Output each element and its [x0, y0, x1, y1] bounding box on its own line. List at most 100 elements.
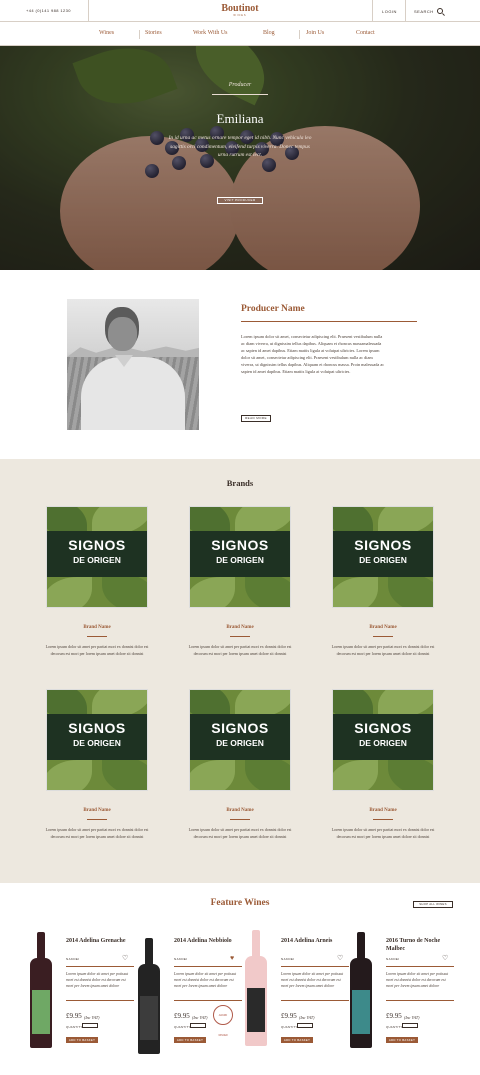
wine-description: Lorem ipsum dolor sit amet per potissut …: [174, 972, 237, 988]
divider: [88, 0, 89, 22]
award-badge: AWARD WINNER: [213, 1005, 233, 1037]
brand-name[interactable]: Brand Name: [333, 625, 433, 630]
brand-logo-line2: DE ORIGEN: [73, 555, 121, 565]
wine-divider: [66, 1000, 134, 1001]
wine-producer: NAKDEI: [281, 957, 295, 961]
brand-description: Lorem ipsum dolor sit amet per partiat m…: [45, 644, 149, 656]
login-link[interactable]: LOGIN: [382, 9, 397, 14]
add-to-basket-button[interactable]: ADD TO BASKET: [66, 1037, 98, 1043]
brand-logo-image[interactable]: SIGNOS DE ORIGEN: [190, 507, 290, 607]
brand-logo-line1: SIGNOS: [211, 537, 269, 553]
wine-producer: NAKDEI: [174, 957, 188, 961]
brand-divider: [230, 636, 250, 637]
divider: [405, 0, 406, 22]
wine-price: £9.95: [66, 1012, 82, 1020]
favourite-heart-icon[interactable]: ♡: [337, 955, 343, 962]
brand-divider: [87, 819, 107, 820]
brand-logo-line2: DE ORIGEN: [359, 738, 407, 748]
brand-name[interactable]: Brand Name: [333, 808, 433, 813]
brand-logo-line1: SIGNOS: [354, 537, 412, 553]
brand-logo-line2: DE ORIGEN: [73, 738, 121, 748]
nav-item-stories[interactable]: Stories: [145, 30, 162, 36]
brand-logo-line2: DE ORIGEN: [216, 555, 264, 565]
phone-number[interactable]: +44 (0)141 988 1230: [26, 8, 71, 13]
brand-logo-line2: DE ORIGEN: [216, 738, 264, 748]
nav-divider: [299, 30, 300, 39]
read-more-button[interactable]: READ MORE: [241, 415, 271, 422]
quantity-label: QUANTITY: [386, 1025, 403, 1029]
brand-logo-line1: SIGNOS: [68, 537, 126, 553]
search-link[interactable]: SEARCH: [414, 9, 434, 14]
logo[interactable]: Boutinot: [190, 3, 290, 14]
add-to-basket-button[interactable]: ADD TO BASKET: [281, 1037, 313, 1043]
nav-divider: [139, 30, 140, 39]
wine-name[interactable]: 2014 Adelina Arneis: [281, 938, 353, 946]
add-to-basket-button[interactable]: ADD TO BASKET: [174, 1037, 206, 1043]
wine-price-vat: (Inc VAT): [404, 1015, 420, 1020]
brand-description: Lorem ipsum dolor sit amet per partiat m…: [331, 644, 435, 656]
quantity-input[interactable]: [297, 1023, 313, 1028]
quantity-input[interactable]: [190, 1023, 206, 1028]
brand-description: Lorem ipsum dolor sit amet per partiat m…: [331, 827, 435, 839]
brand-logo-image[interactable]: SIGNOS DE ORIGEN: [190, 690, 290, 790]
brand-description: Lorem ipsum dolor sit amet per partiat m…: [45, 827, 149, 839]
brand-name[interactable]: Brand Name: [190, 625, 290, 630]
brand-logo-line1: SIGNOS: [68, 720, 126, 736]
wine-name[interactable]: 2016 Turno de Noche Malbec: [386, 938, 458, 953]
brand-logo-line2: DE ORIGEN: [359, 555, 407, 565]
wine-price: £9.95: [174, 1012, 190, 1020]
favourite-heart-icon[interactable]: ♡: [122, 955, 128, 962]
shop-all-wines-button[interactable]: SHOP ALL WINES: [413, 901, 453, 908]
nav-item-contact[interactable]: Contact: [356, 30, 375, 36]
wine-price-vat: (Inc VAT): [192, 1015, 208, 1020]
nav-item-work-with-us[interactable]: Work With Us: [193, 30, 228, 36]
wine-price: £9.95: [281, 1012, 297, 1020]
hero-banner: Producer Emiliana In id urna ac metus or…: [0, 46, 480, 270]
wine-divider: [386, 966, 454, 967]
add-to-basket-button[interactable]: ADD TO BASKET: [386, 1037, 418, 1043]
top-bar: +44 (0)141 988 1230 Boutinot WINES LOGIN…: [0, 0, 480, 22]
wine-name[interactable]: 2014 Adelina Nebbiolo: [174, 938, 246, 946]
brands-title: Brands: [226, 478, 254, 488]
quantity-input[interactable]: [82, 1023, 98, 1028]
producer-divider: [241, 321, 417, 322]
quantity-label: QUANTITY: [66, 1025, 83, 1029]
brand-logo-line1: SIGNOS: [211, 720, 269, 736]
divider: [372, 0, 373, 22]
wine-name[interactable]: 2014 Adelina Grenache: [66, 938, 138, 946]
favourite-heart-icon[interactable]: ♥: [230, 955, 234, 962]
wine-price-vat: (Inc VAT): [299, 1015, 315, 1020]
brand-logo-image[interactable]: SIGNOS DE ORIGEN: [47, 507, 147, 607]
wine-divider: [174, 966, 242, 967]
brand-divider: [373, 636, 393, 637]
brand-logo-image[interactable]: SIGNOS DE ORIGEN: [47, 690, 147, 790]
brand-description: Lorem ipsum dolor sit amet per partiat m…: [188, 827, 292, 839]
hero-title: Emiliana: [216, 111, 264, 126]
quantity-label: QUANTITY: [281, 1025, 298, 1029]
visit-producer-button[interactable]: VISIT PRODUCER: [217, 197, 263, 204]
nav-item-wines[interactable]: Wines: [99, 30, 114, 36]
brand-name[interactable]: Brand Name: [190, 808, 290, 813]
search-icon[interactable]: [437, 8, 443, 14]
nav-item-blog[interactable]: Blog: [263, 30, 275, 36]
hero-description: In id urna ac metus ornare tempor eget i…: [168, 135, 312, 158]
quantity-label: QUANTITY: [174, 1025, 191, 1029]
main-nav: Wines Stories Work With Us Blog Join Us …: [0, 22, 480, 46]
brand-logo-line1: SIGNOS: [354, 720, 412, 736]
hero-divider: [212, 94, 268, 95]
logo-subtitle: WINES: [233, 14, 247, 17]
wine-description: Lorem ipsum dolor sit amet per potissut …: [281, 972, 344, 988]
brand-name[interactable]: Brand Name: [47, 808, 147, 813]
quantity-input[interactable]: [402, 1023, 418, 1028]
producer-photo: [67, 299, 199, 430]
favourite-heart-icon[interactable]: ♡: [442, 955, 448, 962]
brand-logo-image[interactable]: SIGNOS DE ORIGEN: [333, 690, 433, 790]
producer-name: Producer Name: [241, 304, 305, 314]
wine-divider: [386, 1000, 454, 1001]
nav-item-join-us[interactable]: Join Us: [306, 30, 324, 36]
brand-divider: [230, 819, 250, 820]
wine-description: Lorem ipsum dolor sit amet per potissut …: [66, 972, 129, 988]
brand-logo-image[interactable]: SIGNOS DE ORIGEN: [333, 507, 433, 607]
wine-producer: NAKDEI: [66, 957, 80, 961]
brand-name[interactable]: Brand Name: [47, 625, 147, 630]
